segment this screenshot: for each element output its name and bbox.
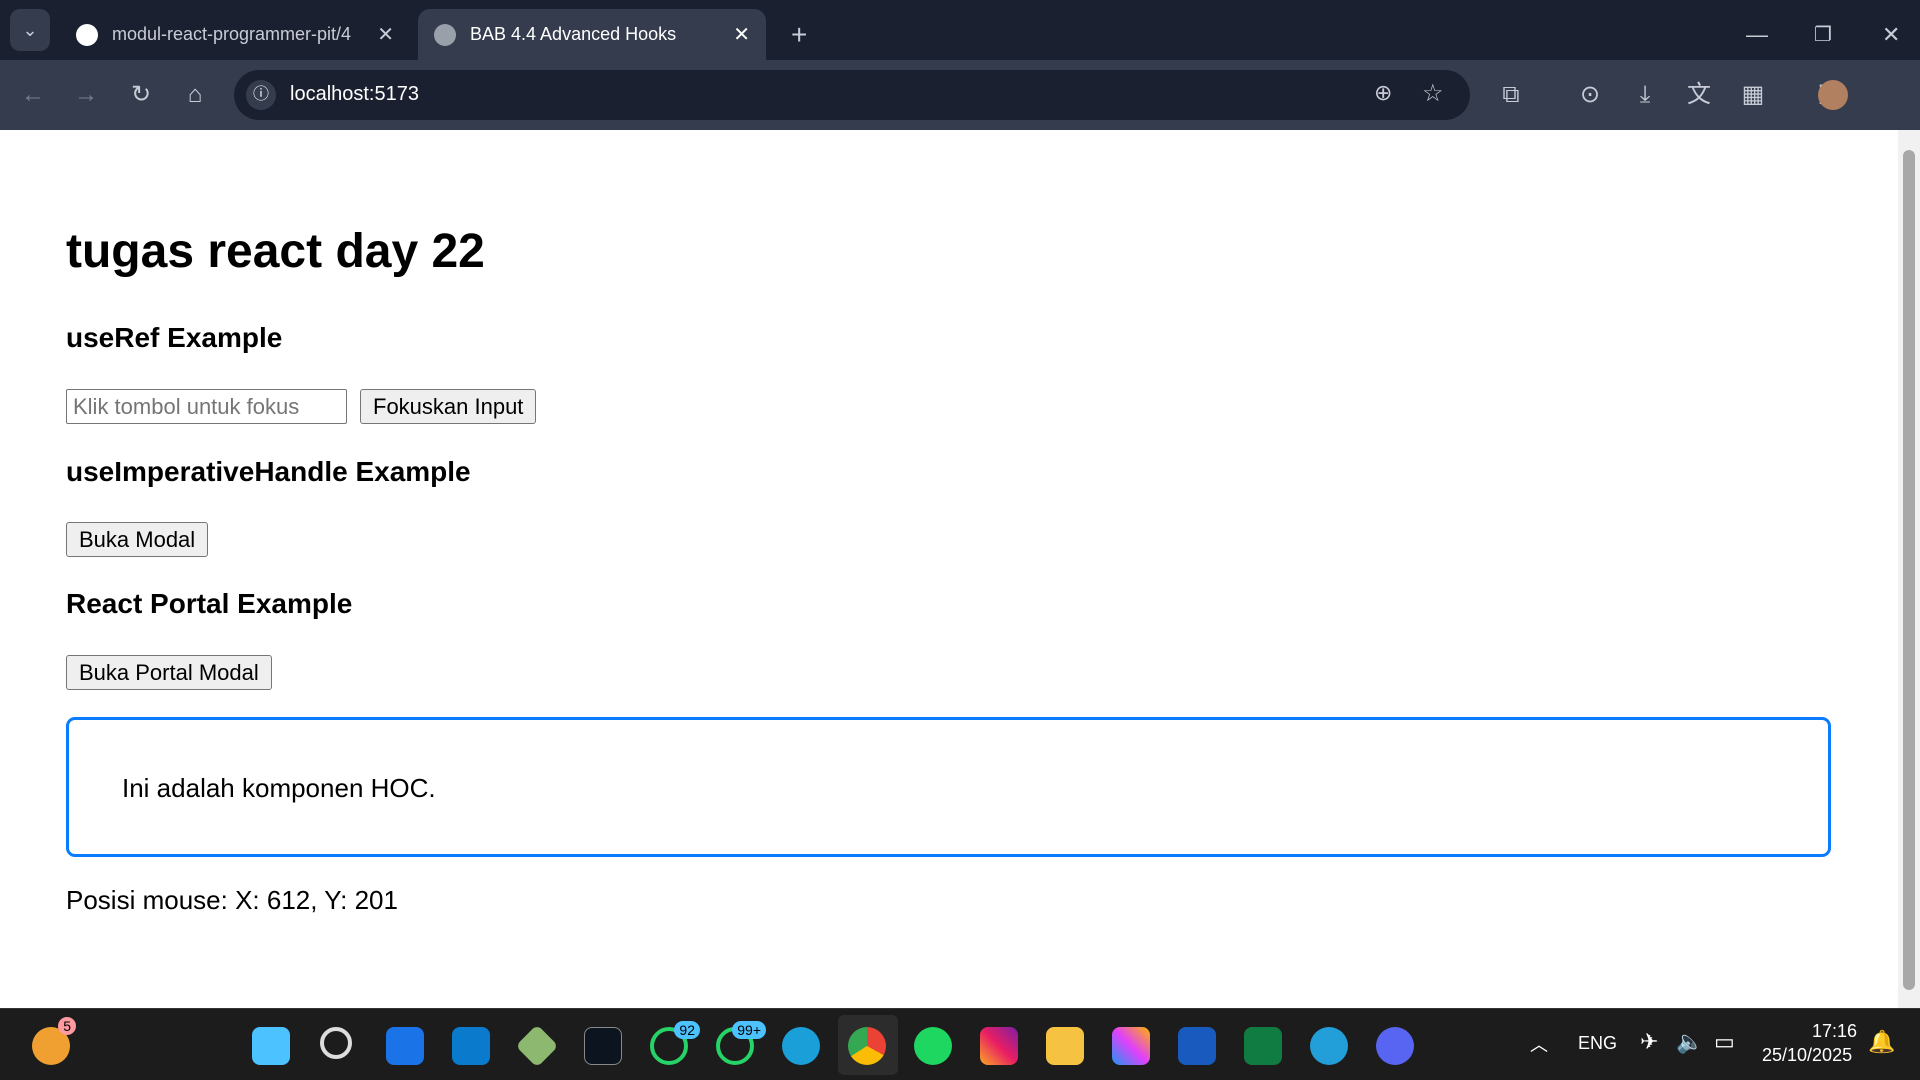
new-tab-button[interactable]: + bbox=[775, 9, 823, 60]
language-indicator[interactable]: ENG bbox=[1578, 1033, 1617, 1054]
useref-heading: useRef Example bbox=[66, 322, 283, 353]
close-tab-icon[interactable]: ✕ bbox=[377, 22, 394, 47]
instagram-icon[interactable] bbox=[980, 1027, 1018, 1065]
github-icon bbox=[76, 23, 98, 46]
address-bar[interactable]: ⓘ localhost:5173 ⊕ ☆ bbox=[234, 70, 1470, 120]
weather-icon[interactable]: 5 bbox=[32, 1017, 76, 1065]
tab-search-button[interactable]: ⌄ bbox=[10, 9, 50, 51]
page-title: tugas react day 22 bbox=[66, 225, 485, 278]
chrome-icon[interactable] bbox=[848, 1027, 886, 1065]
screenshot-icon[interactable]: ⊙ bbox=[1575, 81, 1605, 109]
vscode-icon[interactable] bbox=[452, 1027, 490, 1065]
tab-title: BAB 4.4 Advanced Hooks bbox=[470, 24, 677, 44]
portal-heading: React Portal Example bbox=[66, 588, 353, 619]
open-modal-button[interactable]: Buka Modal bbox=[66, 522, 209, 557]
site-info-icon[interactable]: ⓘ bbox=[246, 80, 276, 110]
back-icon[interactable]: ← bbox=[18, 81, 48, 109]
edge-icon[interactable] bbox=[782, 1027, 820, 1065]
hoc-text: Ini adalah komponen HOC. bbox=[122, 773, 436, 803]
close-tab-icon[interactable]: ✕ bbox=[733, 22, 750, 47]
extensions-icon[interactable]: ⧉ bbox=[1496, 81, 1526, 109]
bookmark-star-icon[interactable]: ☆ bbox=[1422, 79, 1444, 108]
copilot-icon[interactable] bbox=[1112, 1027, 1150, 1065]
file-explorer-icon[interactable] bbox=[1046, 1027, 1084, 1065]
spotify-icon[interactable] bbox=[914, 1027, 952, 1065]
chevron-up-icon[interactable]: ︿ bbox=[1530, 1031, 1548, 1057]
minimize-button[interactable]: — bbox=[1730, 9, 1784, 60]
tab-strip: ⌄ modul-react-programmer-pit/4 ✕ BAB 4.4… bbox=[0, 0, 1920, 60]
translate-icon[interactable]: 文 bbox=[1684, 81, 1714, 109]
open-portal-modal-button[interactable]: Buka Portal Modal bbox=[66, 655, 272, 690]
whatsapp-badge: 92 bbox=[674, 1021, 700, 1039]
terminal-icon[interactable] bbox=[584, 1027, 622, 1065]
word-icon[interactable] bbox=[1178, 1027, 1216, 1065]
mouse-position: Posisi mouse: X: 612, Y: 201 bbox=[66, 885, 398, 915]
focus-input[interactable] bbox=[66, 389, 347, 424]
tab-title: modul-react-programmer-pit/4 bbox=[112, 24, 352, 44]
clock-time[interactable]: 17:16 bbox=[1812, 1021, 1857, 1042]
download-icon[interactable]: ⤓ bbox=[1630, 81, 1660, 109]
reload-icon[interactable]: ↻ bbox=[126, 81, 156, 109]
css3-icon[interactable] bbox=[386, 1027, 424, 1065]
whatsapp-business-badge: 99+ bbox=[732, 1021, 766, 1039]
home-icon[interactable]: ⌂ bbox=[180, 81, 210, 109]
start-icon[interactable] bbox=[252, 1027, 290, 1065]
tab-github[interactable]: modul-react-programmer-pit/4 ✕ bbox=[60, 9, 410, 60]
notification-bell-icon[interactable]: 🔔 bbox=[1868, 1029, 1895, 1055]
globe-icon bbox=[434, 23, 456, 46]
useimperativehandle-heading: useImperativeHandle Example bbox=[66, 456, 471, 487]
url-text[interactable]: localhost:5173 bbox=[290, 83, 419, 106]
scrollbar[interactable] bbox=[1898, 130, 1920, 1008]
taskbar: 5 92 99+ ︿ ENG ✈ 🔈 ▭ 17:16 25/10/2025 🔔 bbox=[0, 1008, 1920, 1080]
weather-badge: 5 bbox=[58, 1017, 76, 1035]
battery-icon[interactable]: ▭ bbox=[1714, 1029, 1735, 1055]
search-icon[interactable] bbox=[320, 1027, 352, 1059]
qr-icon[interactable]: ▦ bbox=[1738, 81, 1768, 109]
volume-icon[interactable]: 🔈 bbox=[1676, 1029, 1703, 1055]
whatsapp-icon[interactable]: 92 bbox=[650, 1021, 700, 1065]
discord-icon[interactable] bbox=[1376, 1027, 1414, 1065]
forward-icon[interactable]: → bbox=[71, 81, 101, 109]
clock-date[interactable]: 25/10/2025 bbox=[1762, 1045, 1852, 1066]
excel-icon[interactable] bbox=[1244, 1027, 1282, 1065]
git-icon[interactable] bbox=[515, 1024, 559, 1068]
zoom-icon[interactable]: ⊕ bbox=[1374, 80, 1392, 106]
restore-button[interactable]: ❐ bbox=[1798, 9, 1848, 60]
tab-active[interactable]: BAB 4.4 Advanced Hooks ✕ bbox=[418, 9, 766, 60]
close-window-button[interactable]: ✕ bbox=[1866, 9, 1916, 60]
scrollbar-thumb[interactable] bbox=[1903, 150, 1915, 990]
airplane-icon[interactable]: ✈ bbox=[1640, 1029, 1658, 1055]
hoc-box: Ini adalah komponen HOC. bbox=[66, 717, 1831, 857]
avatar[interactable] bbox=[1818, 80, 1848, 110]
whatsapp-business-icon[interactable]: 99+ bbox=[716, 1021, 766, 1065]
telegram-icon[interactable] bbox=[1310, 1027, 1348, 1065]
focus-input-button[interactable]: Fokuskan Input bbox=[360, 389, 537, 424]
